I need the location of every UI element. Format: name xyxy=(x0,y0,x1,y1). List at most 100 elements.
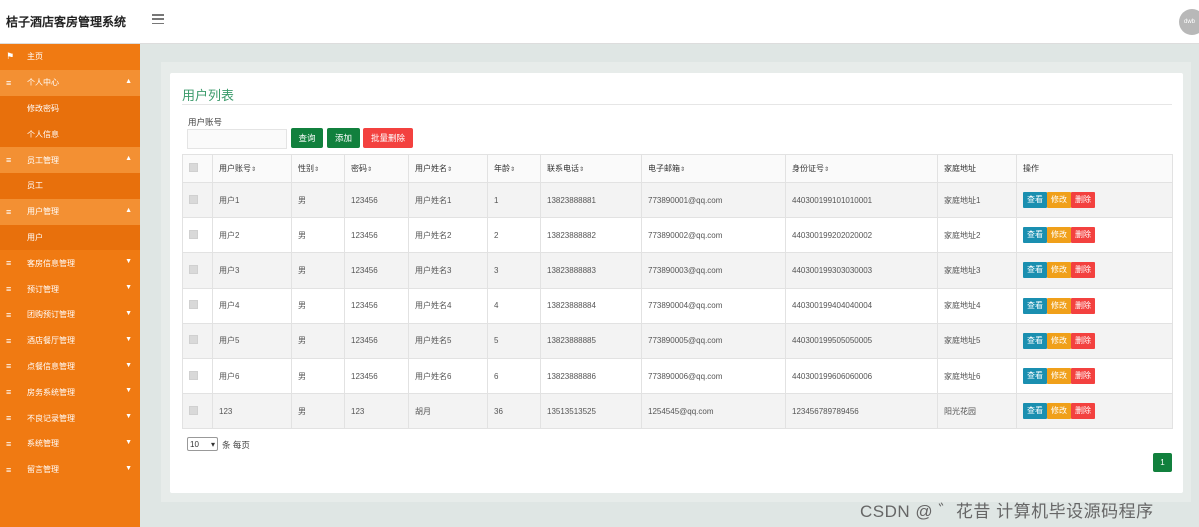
search-input[interactable] xyxy=(187,129,287,149)
table-cell: 1 xyxy=(487,181,541,219)
table-cell: 773890001@qq.com xyxy=(641,181,786,219)
sidebar-item-8[interactable]: ≡ 客房信息管理 ▼ xyxy=(0,250,140,277)
column-header[interactable]: 密码⇕ xyxy=(344,154,409,183)
edit-button[interactable]: 修改 xyxy=(1047,227,1071,244)
table-cell: 男 xyxy=(291,217,345,254)
sidebar-item-16[interactable]: ≡ 留言管理 ▼ xyxy=(0,456,140,483)
sidebar-item-9[interactable]: ≡ 预订管理 ▼ xyxy=(0,276,140,302)
search-label: 用户账号 xyxy=(188,117,223,127)
batch-delete-button[interactable]: 批量删除 xyxy=(363,128,413,148)
search-button[interactable]: 查询 xyxy=(291,128,323,148)
sidebar-item-0[interactable]: ⚑ 主页 xyxy=(0,44,140,70)
sidebar-item-15[interactable]: ≡ 系统管理 ▼ xyxy=(0,430,140,457)
delete-button[interactable]: 删除 xyxy=(1071,403,1095,420)
sidebar-item-2[interactable]: 修改密码 xyxy=(0,95,140,122)
caret-down-icon: ▼ xyxy=(125,335,132,343)
table-row: 用户1 男 123456 用户姓名1 1 13823888881 773890001@qq.… xyxy=(182,181,1173,219)
column-header[interactable]: 身份证号⇕ xyxy=(785,154,938,183)
row-select-cell xyxy=(182,322,213,359)
sidebar-item-12[interactable]: ≡ 点餐信息管理 ▼ xyxy=(0,353,140,380)
row-checkbox[interactable] xyxy=(189,370,198,380)
column-header[interactable]: 电子邮箱⇕ xyxy=(641,154,786,183)
table-cell: 13823888881 xyxy=(540,181,642,219)
sidebar-item-3[interactable]: 个人信息 xyxy=(0,121,140,148)
sidebar-item-label: 系统管理 xyxy=(27,439,59,449)
row-checkbox[interactable] xyxy=(189,405,198,415)
row-select-cell xyxy=(182,393,213,430)
sidebar-item-11[interactable]: ≡ 酒店餐厅管理 ▼ xyxy=(0,327,140,354)
table-cell: 13823888884 xyxy=(540,287,642,324)
sidebar-item-6[interactable]: ≡ 用户管理 ▲ xyxy=(0,198,140,225)
view-button[interactable]: 查看 xyxy=(1023,227,1047,244)
page-size-select[interactable]: 10 ▾ xyxy=(187,437,218,451)
sidebar-item-label: 员工管理 xyxy=(27,155,59,165)
table-cell: 用户1 xyxy=(212,181,292,219)
view-button[interactable]: 查看 xyxy=(1023,262,1047,279)
edit-button[interactable]: 修改 xyxy=(1047,297,1071,314)
sidebar-item-4[interactable]: ≡ 员工管理 ▲ xyxy=(0,147,140,173)
view-button[interactable]: 查看 xyxy=(1023,192,1047,209)
view-button[interactable]: 查看 xyxy=(1023,332,1047,349)
flag-icon: ⚑ xyxy=(6,51,15,62)
sidebar-item-label: 用户管理 xyxy=(27,207,59,217)
sidebar-item-14[interactable]: ≡ 不良记录管理 ▼ xyxy=(0,405,140,431)
caret-up-icon: ▲ xyxy=(125,77,132,85)
view-button[interactable]: 查看 xyxy=(1023,297,1047,314)
delete-button[interactable]: 删除 xyxy=(1071,227,1095,244)
edit-button[interactable]: 修改 xyxy=(1047,403,1071,420)
table-cell: 440300199202020002 xyxy=(785,217,938,254)
menu-toggle-icon[interactable] xyxy=(152,14,164,24)
edit-button[interactable]: 修改 xyxy=(1047,192,1071,209)
sidebar-item-label: 主页 xyxy=(27,52,43,62)
view-button[interactable]: 查看 xyxy=(1023,368,1047,385)
row-checkbox[interactable] xyxy=(189,300,198,310)
sidebar-item-13[interactable]: ≡ 房务系统管理 ▼ xyxy=(0,379,140,406)
delete-button[interactable]: 删除 xyxy=(1071,297,1095,314)
column-header[interactable]: 用户账号⇕ xyxy=(212,154,292,183)
menu-icon: ≡ xyxy=(6,464,12,475)
column-header[interactable]: 用户姓名⇕ xyxy=(408,154,488,183)
page-button-current[interactable]: 1 xyxy=(1153,453,1172,472)
column-header[interactable]: 性别⇕ xyxy=(291,154,345,183)
row-checkbox[interactable] xyxy=(189,335,198,345)
delete-button[interactable]: 删除 xyxy=(1071,368,1095,385)
table-cell: 男 xyxy=(291,287,345,324)
view-button[interactable]: 查看 xyxy=(1023,403,1047,420)
select-all-checkbox[interactable] xyxy=(189,163,198,172)
table-row: 用户4 男 123456 用户姓名4 4 13823888884 773890004@qq.… xyxy=(182,287,1173,324)
sidebar-item-1[interactable]: ≡ 个人中心 ▲ xyxy=(0,69,140,96)
table-cell: 家庭地址1 xyxy=(937,181,1017,219)
table-cell: 13513513525 xyxy=(540,393,642,430)
table-cell: 家庭地址3 xyxy=(937,252,1017,289)
row-checkbox[interactable] xyxy=(189,264,198,274)
delete-button[interactable]: 删除 xyxy=(1071,332,1095,349)
chevron-down-icon: ▾ xyxy=(210,439,215,449)
table-cell: 123456 xyxy=(344,357,409,395)
row-checkbox[interactable] xyxy=(189,229,198,239)
sort-icon: ⇕ xyxy=(314,167,320,173)
table-cell: 440300199505050005 xyxy=(785,322,938,359)
title-divider xyxy=(182,104,1172,105)
sidebar-item-7[interactable]: 用户 xyxy=(0,224,140,251)
table-cell: 440300199404040004 xyxy=(785,287,938,324)
sort-icon: ⇕ xyxy=(367,167,373,173)
delete-button[interactable]: 删除 xyxy=(1071,262,1095,279)
avatar[interactable]: dwb xyxy=(1179,9,1199,35)
edit-button[interactable]: 修改 xyxy=(1047,262,1071,279)
sidebar-item-10[interactable]: ≡ 团购预订管理 ▼ xyxy=(0,301,140,328)
edit-button[interactable]: 修改 xyxy=(1047,368,1071,385)
delete-button[interactable]: 删除 xyxy=(1071,192,1095,209)
edit-button[interactable]: 修改 xyxy=(1047,332,1071,349)
column-header[interactable]: 家庭地址 xyxy=(937,154,1017,183)
row-checkbox[interactable] xyxy=(189,194,198,204)
menu-icon: ≡ xyxy=(6,77,12,88)
menu-icon: ≡ xyxy=(6,438,12,449)
table-cell: 用户姓名5 xyxy=(408,322,488,359)
sidebar-item-5[interactable]: 员工 xyxy=(0,172,140,199)
column-header[interactable]: 年龄⇕ xyxy=(487,154,541,183)
add-button[interactable]: 添加 xyxy=(327,128,360,148)
table-cell: 36 xyxy=(487,393,541,430)
column-header-label: 性别 xyxy=(298,164,314,173)
column-header[interactable]: 联系电话⇕ xyxy=(540,154,642,183)
caret-down-icon: ▼ xyxy=(125,361,132,369)
